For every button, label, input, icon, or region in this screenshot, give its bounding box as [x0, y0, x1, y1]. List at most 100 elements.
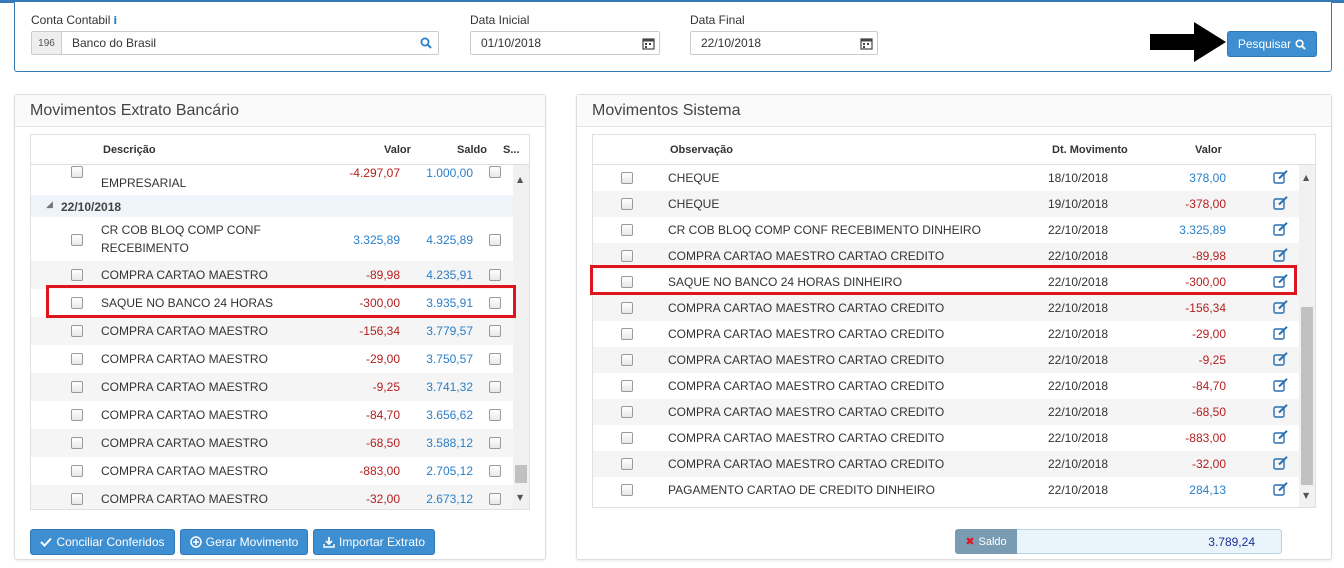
row-conferido-checkbox[interactable] — [489, 465, 501, 477]
edit-icon[interactable] — [1273, 248, 1289, 262]
row-valor: -89,98 — [365, 268, 400, 282]
row-checkbox[interactable] — [71, 269, 83, 281]
collapse-triangle-icon[interactable]: ◢ — [46, 199, 53, 210]
table-row[interactable]: COMPRA CARTAO MAESTRO -84,70 3.656,62 — [31, 401, 513, 429]
data-final-field[interactable]: 22/10/2018 — [690, 31, 878, 55]
scroll-up-icon[interactable]: ▲ — [517, 175, 523, 184]
row-conferido-checkbox[interactable] — [489, 493, 501, 505]
table-row[interactable]: COMPRA CARTAO MAESTRO CARTAO CREDITO 22/… — [593, 373, 1299, 399]
conta-value[interactable]: Banco do Brasil — [62, 36, 414, 50]
importar-extrato-button[interactable]: Importar Extrato — [313, 529, 435, 555]
row-checkbox[interactable] — [71, 409, 83, 421]
row-valor: -9,25 — [372, 380, 400, 394]
conta-contabil-field[interactable]: 196 Banco do Brasil — [31, 31, 439, 55]
scroll-thumb[interactable] — [515, 465, 527, 483]
table-row[interactable]: COMPRA CARTAO MAESTRO CARTAO CREDITO 22/… — [593, 451, 1299, 477]
row-checkbox[interactable] — [621, 380, 633, 392]
table-row[interactable]: COMPRA CARTAO MAESTRO -32,00 2.673,12 — [31, 485, 513, 509]
row-checkbox[interactable] — [621, 458, 633, 470]
row-checkbox[interactable] — [621, 198, 633, 210]
row-checkbox[interactable] — [621, 224, 633, 236]
table-row[interactable]: CHEQUE 18/10/2018 378,00 — [593, 165, 1299, 191]
col-s[interactable]: S... — [503, 144, 520, 156]
table-row[interactable]: CHEQUE 19/10/2018 -378,00 — [593, 191, 1299, 217]
sistema-scrollbar[interactable]: ▲ ▼ — [1299, 165, 1315, 507]
row-checkbox[interactable] — [621, 172, 633, 184]
pesquisar-button[interactable]: Pesquisar — [1227, 31, 1317, 57]
edit-icon[interactable] — [1273, 430, 1289, 444]
table-row[interactable]: COMPRA CARTAO MAESTRO -29,00 3.750,57 — [31, 345, 513, 373]
row-observacao: CHEQUE — [668, 197, 720, 211]
table-row[interactable]: COMPRA CARTAO MAESTRO -9,25 3.741,32 — [31, 373, 513, 401]
col-descricao[interactable]: Descrição — [103, 144, 156, 156]
table-row[interactable]: PAGAMENTO CARTAO DE CREDITO DINHEIRO 22/… — [593, 477, 1299, 503]
row-descricao: COMPRA CARTAO MAESTRO — [101, 492, 268, 506]
table-row[interactable]: COMPRA CARTAO MAESTRO CARTAO CREDITO 22/… — [593, 425, 1299, 451]
row-checkbox[interactable] — [621, 354, 633, 366]
gerar-movimento-button[interactable]: Gerar Movimento — [180, 529, 308, 555]
row-checkbox[interactable] — [621, 484, 633, 496]
col-observacao[interactable]: Observação — [670, 144, 733, 156]
row-checkbox[interactable] — [621, 302, 633, 314]
row-checkbox[interactable] — [71, 437, 83, 449]
table-row[interactable]: COMPRA CARTAO MAESTRO -68,50 3.588,12 — [31, 429, 513, 457]
table-row[interactable]: EMPRESARIAL -4.297,07 1.000,00 — [31, 165, 513, 195]
data-final-value[interactable]: 22/10/2018 — [691, 36, 855, 50]
table-row[interactable]: CR COB BLOQ COMP CONF RECEBIMENTO DINHEI… — [593, 217, 1299, 243]
row-checkbox[interactable] — [71, 325, 83, 337]
row-observacao: COMPRA CARTAO MAESTRO CARTAO CREDITO — [668, 353, 945, 367]
conciliar-conferidos-button[interactable]: Conciliar Conferidos — [30, 529, 175, 555]
row-conferido-checkbox[interactable] — [489, 325, 501, 337]
extrato-scrollbar[interactable]: ▲ ▼ — [513, 165, 529, 509]
data-inicial-field[interactable]: 01/10/2018 — [470, 31, 660, 55]
scroll-down-icon[interactable]: ▼ — [517, 493, 523, 502]
table-row[interactable]: COMPRA CARTAO MAESTRO CARTAO CREDITO 22/… — [593, 399, 1299, 425]
col-dt-movimento[interactable]: Dt. Movimento — [1052, 144, 1128, 156]
edit-icon[interactable] — [1273, 222, 1289, 236]
row-checkbox[interactable] — [621, 406, 633, 418]
row-conferido-checkbox[interactable] — [489, 353, 501, 365]
row-checkbox[interactable] — [621, 432, 633, 444]
row-conferido-checkbox[interactable] — [489, 234, 501, 246]
scroll-up-icon[interactable]: ▲ — [1303, 173, 1309, 182]
calendar-icon[interactable] — [855, 32, 877, 54]
edit-icon[interactable] — [1273, 300, 1289, 314]
edit-icon[interactable] — [1273, 456, 1289, 470]
calendar-icon[interactable] — [637, 32, 659, 54]
row-conferido-checkbox[interactable] — [489, 166, 501, 178]
row-checkbox[interactable] — [71, 493, 83, 505]
col-valor[interactable]: Valor — [1195, 144, 1222, 156]
edit-icon[interactable] — [1273, 404, 1289, 418]
table-row[interactable]: COMPRA CARTAO MAESTRO -883,00 2.705,12 — [31, 457, 513, 485]
row-checkbox[interactable] — [71, 353, 83, 365]
table-row[interactable]: CR COB BLOQ COMP CONF RECEBIMENTO 3.325,… — [31, 217, 513, 261]
edit-icon[interactable] — [1273, 326, 1289, 340]
table-row[interactable]: COMPRA CARTAO MAESTRO CARTAO CREDITO 22/… — [593, 347, 1299, 373]
row-checkbox[interactable] — [621, 250, 633, 262]
row-checkbox[interactable] — [621, 328, 633, 340]
row-conferido-checkbox[interactable] — [489, 409, 501, 421]
data-inicial-value[interactable]: 01/10/2018 — [471, 36, 637, 50]
col-valor[interactable]: Valor — [384, 144, 411, 156]
table-row[interactable]: COMPRA CARTAO MAESTRO CARTAO CREDITO 22/… — [593, 295, 1299, 321]
col-saldo[interactable]: Saldo — [457, 144, 487, 156]
row-conferido-checkbox[interactable] — [489, 437, 501, 449]
edit-icon[interactable] — [1273, 196, 1289, 210]
scroll-thumb[interactable] — [1301, 307, 1313, 485]
row-conferido-checkbox[interactable] — [489, 269, 501, 281]
group-row[interactable]: ◢ 22/10/2018 — [31, 195, 513, 217]
row-checkbox[interactable] — [71, 166, 83, 178]
edit-icon[interactable] — [1273, 352, 1289, 366]
scroll-down-icon[interactable]: ▼ — [1303, 491, 1309, 500]
edit-icon[interactable] — [1273, 482, 1289, 496]
edit-icon[interactable] — [1273, 170, 1289, 184]
table-row[interactable]: COMPRA CARTAO MAESTRO CARTAO CREDITO 22/… — [593, 321, 1299, 347]
table-row[interactable]: COMPRA CARTAO MAESTRO -156,34 3.779,57 — [31, 317, 513, 345]
edit-icon[interactable] — [1273, 378, 1289, 392]
info-icon[interactable]: i — [113, 14, 117, 27]
row-checkbox[interactable] — [71, 381, 83, 393]
row-checkbox[interactable] — [71, 465, 83, 477]
row-checkbox[interactable] — [71, 234, 83, 246]
search-icon[interactable] — [414, 37, 438, 49]
row-conferido-checkbox[interactable] — [489, 381, 501, 393]
